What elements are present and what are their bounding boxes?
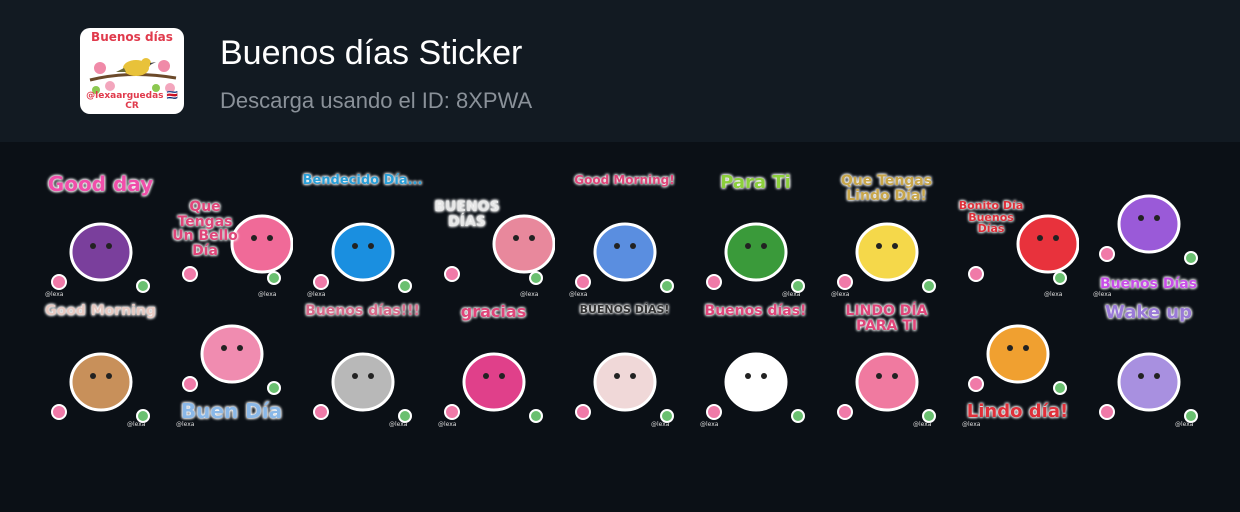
sticker-credit: @lexa [307, 291, 326, 298]
sticker-credit: @lexa [831, 291, 850, 298]
sticker-text: BUENOS DÍAS! [579, 303, 670, 316]
sticker-text: Buenos días!!! [305, 303, 420, 319]
sticker-text: Buenos Días [1099, 276, 1198, 293]
sticker-text: Buenos días! [704, 303, 807, 319]
sticker-item[interactable]: Que Tengas Lindo Día! @lexa [821, 170, 952, 300]
pack-header: Buenos días @lexaarguedas 🇨🇷 CR Buenos d… [0, 0, 1240, 142]
pack-thumbnail[interactable]: Buenos días @lexaarguedas 🇨🇷 CR [80, 28, 184, 114]
sticker-item[interactable]: Good Morning @lexa [35, 300, 166, 430]
sticker-credit: @lexa [1044, 291, 1063, 298]
sticker-credit: @lexa [176, 421, 195, 428]
puppy-teacup-icon [51, 352, 150, 423]
rabbit-wreath-icon [706, 352, 805, 423]
sticker-item[interactable]: Buenos Días @lexa [1083, 170, 1214, 300]
sticker-text: Good Morning! [574, 173, 675, 187]
sticker-text: Que Tengas Lindo Día! [840, 173, 933, 204]
sticker-item[interactable]: Lindo día! @lexa [952, 300, 1083, 430]
sticker-text: LINDO DÍA PARA TI [845, 303, 928, 334]
sticker-item[interactable]: Good Morning! @lexa [559, 170, 690, 300]
bunny-face-icon [575, 352, 674, 423]
sticker-item[interactable]: Buenos días! @lexa [690, 300, 821, 430]
sticker-text: Para Ti [720, 172, 791, 193]
sticker-credit: @lexa [569, 291, 588, 298]
tulip-icon [444, 214, 555, 285]
sticker-item[interactable]: BUENOS DÍAS @lexa [428, 170, 559, 300]
sticker-item[interactable]: gracias @lexa [428, 300, 559, 430]
bluebird-icon [575, 222, 674, 293]
sticker-grid: Good day @lexa Que Tengas Un Bello Día @lex… [35, 170, 1215, 430]
sticker-item[interactable]: Bonito Día Buenos Días @lexa [952, 170, 1083, 300]
sticker-item[interactable]: BUENOS DÍAS! @lexa [559, 300, 690, 430]
flowers-icon [444, 352, 543, 423]
sticker-item[interactable]: Para Ti @lexa [690, 170, 821, 300]
sticker-credit: @lexa [45, 291, 64, 298]
sticker-text: Que Tengas Un Bello Día [172, 199, 238, 260]
sticker-credit: @lexa [700, 421, 719, 428]
sticker-item[interactable]: Que Tengas Un Bello Día @lexa [166, 170, 297, 300]
bunny-icon [313, 352, 412, 423]
sticker-item[interactable]: LINDO DÍA PARA TI @lexa [821, 300, 952, 430]
sticker-text: gracias [460, 302, 527, 321]
pack-title: Buenos días Sticker [220, 34, 523, 72]
butterfly-icon [313, 222, 412, 293]
sticker-credit: @lexa [1093, 291, 1112, 298]
sticker-credit: @lexa [438, 421, 457, 428]
sticker-item[interactable]: Wake up @lexa [1083, 300, 1214, 430]
sticker-text: Bendecido Día... [302, 173, 423, 188]
sticker-credit: @lexa [962, 421, 981, 428]
sticker-item[interactable]: Bendecido Día... @lexa [297, 170, 428, 300]
sticker-text: Bonito Día Buenos Días [958, 199, 1024, 236]
sticker-item[interactable]: Buenos días!!! @lexa [297, 300, 428, 430]
sticker-credit: @lexa [127, 421, 146, 428]
sticker-credit: @lexa [520, 291, 539, 298]
sticker-item[interactable]: Buen Día @lexa [166, 300, 297, 430]
strawberry-icon [968, 214, 1079, 285]
sticker-text: Good day [47, 172, 154, 196]
sticker-text: Lindo día! [966, 401, 1069, 423]
sticker-credit: @lexa [1175, 421, 1194, 428]
pack-thumbnail-credit: @lexaarguedas 🇨🇷 CR [86, 91, 178, 111]
sticker-credit: @lexa [258, 291, 277, 298]
pack-download-id: Descarga usando el ID: 8XPWA [220, 88, 533, 113]
sticker-item[interactable]: Good day @lexa [35, 170, 166, 300]
sticker-credit: @lexa [913, 421, 932, 428]
sticker-credit: @lexa [389, 421, 408, 428]
sticker-text: BUENOS DÍAS [434, 199, 500, 230]
sticker-credit: @lexa [651, 421, 670, 428]
sticker-credit: @lexa [782, 291, 801, 298]
sticker-text: Good Morning [45, 303, 156, 319]
sticker-text: Buen Día [180, 399, 283, 423]
sticker-text: Wake up [1104, 302, 1193, 323]
